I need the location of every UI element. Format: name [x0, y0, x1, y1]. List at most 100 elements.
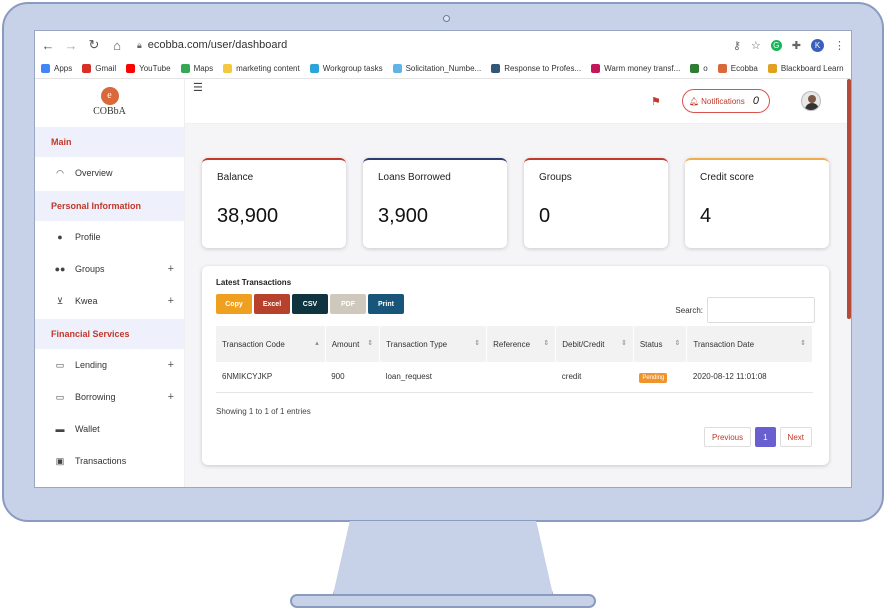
profile-avatar[interactable]: K — [811, 38, 824, 52]
expand-icon[interactable]: + — [168, 263, 174, 275]
column-header-label: Amount — [331, 339, 360, 349]
transactions-table: Transaction Code ▴ Amount ⇕ Transaction Type… — [216, 326, 813, 393]
column-header[interactable]: Transaction Date ⇕ — [686, 326, 813, 362]
screen: ← → ↻ ⌂ 🔒︎ ecobba.com/user/dashboard ⚷ ☆… — [34, 30, 852, 488]
sidebar-item-lending[interactable]: ▭ Lending + — [35, 349, 184, 381]
transactions-panel: Latest Transactions Copy Excel CSV PDF P… — [202, 266, 829, 465]
pdf-button[interactable]: PDF — [330, 294, 366, 314]
browser-actions: ⚷ ☆ G ✚ K ⋮ — [733, 38, 845, 52]
flag-icon[interactable]: ⚑ — [651, 95, 661, 108]
sidebar-item-overview[interactable]: ◠ Overview — [35, 157, 184, 189]
column-header-label: Reference — [493, 339, 531, 349]
sidebar-item-groups[interactable]: ●● Groups + — [35, 253, 184, 285]
bookmark-icon — [223, 64, 233, 73]
next-page-button[interactable]: Next — [779, 427, 812, 447]
csv-button[interactable]: CSV — [292, 294, 328, 314]
hamburger-menu-icon[interactable]: ☰ — [193, 81, 203, 94]
menu-icon[interactable]: ⋮ — [834, 39, 845, 52]
monitor-base — [290, 594, 596, 608]
sidebar-item-label: Profile — [75, 232, 101, 242]
bookmark-item[interactable]: Apps — [41, 64, 72, 73]
dashboard-icon: ◠ — [56, 167, 64, 178]
star-icon[interactable]: ☆ — [751, 39, 761, 52]
bookmark-item[interactable]: Ecobba — [717, 64, 758, 73]
address-bar[interactable]: 🔒︎ ecobba.com/user/dashboard — [137, 39, 724, 51]
bookmark-item[interactable]: Workgroup tasks — [309, 64, 383, 73]
key-icon[interactable]: ⚷ — [733, 39, 741, 52]
reload-icon[interactable]: ↻ — [87, 37, 101, 53]
sort-icon[interactable]: ⇕ — [543, 339, 549, 347]
search-box: Search: — [675, 297, 815, 323]
sidebar-item-wallet[interactable]: ▬ Wallet — [35, 413, 184, 445]
topbar: ☰ ⚑ 🔔︎ Notifications 0 — [185, 79, 851, 124]
card-title: Credit score — [700, 172, 754, 183]
bookmark-item[interactable]: Maps — [180, 64, 213, 73]
sort-icon[interactable]: ⇕ — [621, 339, 627, 347]
sidebar-item-profile[interactable]: ● Profile — [35, 221, 184, 253]
page-scrollbar[interactable] — [847, 79, 851, 319]
wallet-icon: ▬ — [55, 424, 65, 434]
search-input[interactable] — [707, 297, 815, 323]
bookmark-item[interactable]: marketing content — [223, 64, 300, 73]
logo-text: COBbA — [93, 106, 126, 117]
cell-reference — [487, 362, 556, 392]
page-1-button[interactable]: 1 — [755, 427, 776, 447]
sort-icon[interactable]: ⇕ — [367, 339, 373, 347]
table-row[interactable]: 6NMIKCYJKP 900 loan_request credit Pendi… — [216, 362, 813, 392]
expand-icon[interactable]: + — [168, 295, 174, 307]
column-header[interactable]: Debit/Credit ⇕ — [555, 326, 634, 362]
expand-icon[interactable]: + — [168, 359, 174, 371]
cell-date: 2020-08-12 11:01:08 — [692, 372, 767, 382]
logo[interactable]: e COBbA — [35, 79, 184, 125]
sidebar-item-label: Lending — [75, 360, 108, 370]
bookmark-item[interactable]: Solicitation_Numbe... — [392, 64, 481, 73]
bookmark-label: Blackboard Learn — [780, 64, 844, 73]
sidebar-item-transactions[interactable]: ▣ Transactions — [35, 445, 184, 477]
card-icon: ▭ — [55, 391, 65, 402]
bookmark-item[interactable]: Gmail — [82, 64, 116, 73]
notifications-button[interactable]: 🔔︎ Notifications 0 — [682, 89, 770, 113]
bookmark-item[interactable]: Blackboard Learn — [767, 64, 844, 73]
sort-icon[interactable]: ⇕ — [800, 339, 806, 347]
expand-icon[interactable]: + — [168, 391, 174, 403]
user-avatar[interactable] — [801, 91, 821, 111]
copy-button[interactable]: Copy — [216, 294, 252, 314]
monitor-neck — [332, 521, 554, 599]
bookmark-item[interactable]: o — [690, 64, 708, 73]
bookmark-icon — [126, 64, 136, 73]
bookmark-label: Ecobba — [730, 64, 758, 73]
pagination: Previous 1 Next — [703, 427, 812, 447]
home-icon[interactable]: ⌂ — [110, 38, 124, 53]
cell-code: 6NMIKCYJKP — [222, 372, 273, 382]
sidebar-item-borrowing[interactable]: ▭ Borrowing + — [35, 381, 184, 413]
bookmark-item[interactable]: Warm money transf... — [591, 64, 680, 73]
extensions-icon[interactable]: ✚ — [792, 39, 801, 52]
notifications-label: Notifications — [701, 96, 745, 106]
bookmark-icon — [82, 64, 92, 73]
previous-page-button[interactable]: Previous — [703, 427, 752, 447]
logo-mark: e — [100, 87, 119, 105]
print-button[interactable]: Print — [368, 294, 404, 314]
grammarly-icon[interactable]: G — [770, 39, 782, 51]
column-header[interactable]: Amount ⇕ — [325, 326, 381, 362]
bookmark-item[interactable]: Response to Profes... — [491, 64, 581, 73]
card-title: Balance — [217, 172, 254, 183]
users-icon: ●● — [54, 264, 66, 274]
column-header[interactable]: Status ⇕ — [633, 326, 688, 362]
column-header[interactable]: Transaction Code ▴ — [216, 326, 326, 362]
sidebar-item-kwea[interactable]: ⊻ Kwea + — [35, 285, 184, 317]
cell-debit-credit: credit — [561, 372, 582, 382]
bookmark-item[interactable]: YouTube — [126, 64, 171, 73]
column-header[interactable]: Reference ⇕ — [486, 326, 557, 362]
bookmark-icon — [591, 64, 601, 73]
cell-type: loan_request — [385, 372, 432, 382]
sort-icon[interactable]: ▴ — [315, 339, 319, 347]
back-icon[interactable]: ← — [41, 38, 55, 53]
forward-icon[interactable]: → — [64, 38, 78, 53]
column-header[interactable]: Transaction Type ⇕ — [379, 326, 488, 362]
excel-button[interactable]: Excel — [254, 294, 290, 314]
bookmark-icon — [309, 64, 319, 73]
bookmark-label: YouTube — [139, 64, 171, 73]
sort-icon[interactable]: ⇕ — [474, 339, 480, 347]
sort-icon[interactable]: ⇕ — [675, 339, 681, 347]
